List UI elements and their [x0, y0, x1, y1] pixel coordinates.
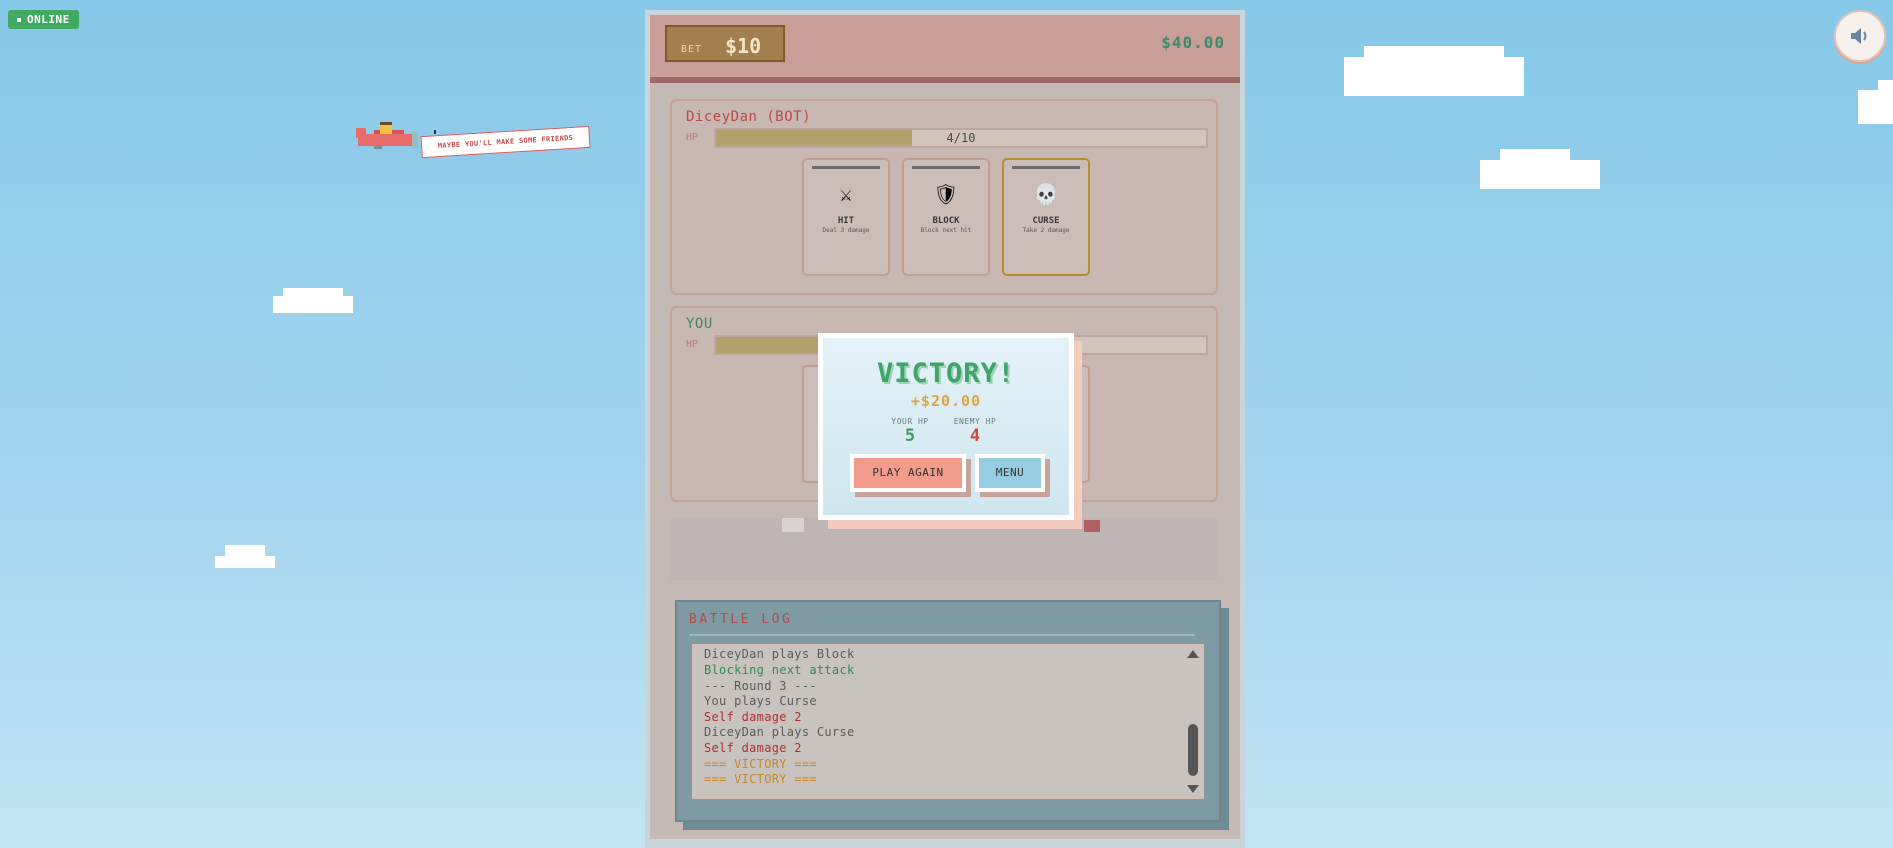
shield-icon: 🛡	[933, 182, 959, 206]
card-top-bar	[912, 166, 980, 169]
battle-log-list[interactable]: DiceyDan plays Block Blocking next attac…	[692, 644, 1204, 799]
scroll-thumb[interactable]	[1188, 724, 1198, 776]
enemy-hp-label: ENEMY HP	[953, 417, 997, 426]
top-divider	[650, 77, 1240, 83]
enemy-hp-value: 4	[969, 426, 981, 446]
player-name: YOU	[686, 316, 713, 332]
card-name: BLOCK	[932, 216, 960, 226]
cloud	[215, 556, 275, 568]
log-line: Self damage 2	[704, 741, 802, 755]
enemy-hp-text: 4/10	[946, 131, 976, 145]
battle-log-divider	[689, 634, 1195, 636]
status-dot-icon	[17, 18, 21, 22]
menu-button[interactable]: MENU	[975, 454, 1045, 492]
cloud	[1500, 149, 1570, 161]
enemy-hp-bar: 4/10	[714, 128, 1208, 148]
balance-display: $40.00	[1161, 33, 1225, 52]
cloud	[1878, 80, 1893, 92]
cloud	[1344, 57, 1524, 96]
your-hp-stat: YOUR HP 5	[885, 417, 935, 446]
your-hp-value: 5	[904, 426, 916, 446]
plane-banner: MAYBE YOU'LL MAKE SOME FRIENDS	[420, 125, 591, 159]
log-line: Blocking next attack	[704, 663, 855, 677]
cloud	[1858, 90, 1893, 124]
card-description: Take 2 damage	[1022, 227, 1070, 234]
log-line: Self damage 2	[704, 710, 802, 724]
log-line: DiceyDan plays Block	[704, 647, 855, 661]
scroll-up-arrow-icon[interactable]	[1187, 650, 1199, 658]
bet-label: BET	[681, 44, 703, 55]
card-name: HIT	[837, 216, 855, 226]
battle-log-title: BATTLE LOG	[689, 612, 793, 627]
enemy-sprite	[1084, 520, 1100, 532]
victory-modal: VICTORY! +$20.00 YOUR HP 5 ENEMY HP 4 PL…	[818, 333, 1074, 520]
enemy-name: DiceyDan (BOT)	[686, 109, 812, 125]
card-description: Block next hit	[920, 227, 972, 234]
cloud	[225, 545, 265, 557]
log-line: --- Round 3 ---	[704, 679, 817, 693]
player-sprite	[782, 518, 804, 532]
your-hp-label: YOUR HP	[891, 417, 929, 426]
card-top-bar	[1012, 166, 1080, 169]
cloud	[1480, 160, 1600, 189]
battle-log: BATTLE LOG DiceyDan plays Block Blocking…	[675, 600, 1221, 822]
log-line: You plays Curse	[704, 694, 817, 708]
log-line: === VICTORY ===	[704, 772, 817, 786]
log-scrollbar[interactable]	[1187, 650, 1199, 793]
winnings-amount: +$20.00	[910, 392, 982, 410]
card-name: CURSE	[1032, 216, 1060, 226]
log-line: DiceyDan plays Curse	[704, 725, 855, 739]
victory-title: VICTORY!	[876, 358, 1016, 389]
enemy-hp-label: HP	[686, 132, 699, 143]
skull-icon: 💀	[1033, 182, 1059, 206]
crossed-swords-icon: ⚔	[839, 182, 853, 206]
enemy-card-hit: ⚔ HIT Deal 3 damage	[802, 158, 890, 276]
play-again-button[interactable]: PLAY AGAIN	[850, 454, 966, 492]
sound-toggle-button[interactable]	[1834, 10, 1886, 62]
bet-display: BET $10	[665, 25, 785, 62]
speaker-icon	[1851, 28, 1867, 44]
bet-amount: $10	[725, 34, 762, 58]
player-hp-label: HP	[686, 339, 699, 350]
cloud	[273, 296, 353, 313]
enemy-panel: DiceyDan (BOT) HP 4/10 ⚔ HIT Deal 3 dama…	[670, 99, 1218, 295]
log-line: === VICTORY ===	[704, 757, 817, 771]
card-description: Deal 3 damage	[822, 227, 870, 234]
scroll-down-arrow-icon[interactable]	[1187, 785, 1199, 793]
enemy-card-block: 🛡 BLOCK Block next hit	[902, 158, 990, 276]
online-label: ONLINE	[27, 13, 70, 26]
cloud	[1364, 46, 1504, 58]
enemy-card-curse: 💀 CURSE Take 2 damage	[1002, 158, 1090, 276]
cloud	[283, 288, 343, 297]
enemy-hp-stat: ENEMY HP 4	[943, 417, 1007, 446]
card-top-bar	[812, 166, 880, 169]
online-status-badge: ONLINE	[8, 10, 79, 29]
